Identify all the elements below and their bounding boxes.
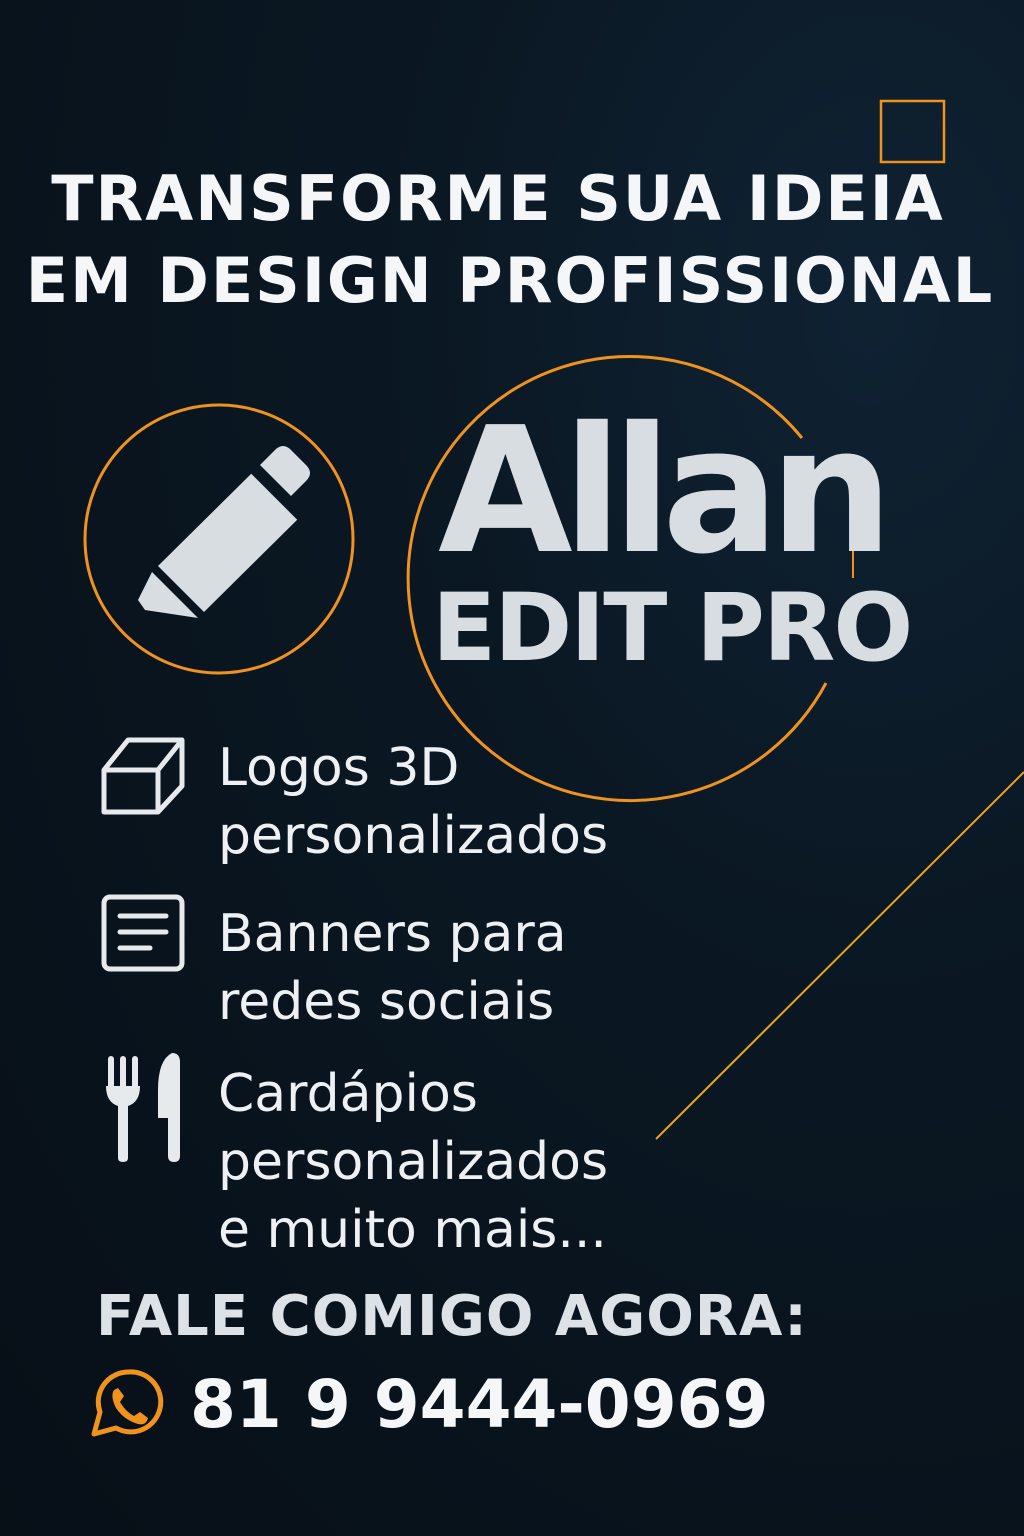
- phone-number[interactable]: 81 9 9444-0969: [190, 1366, 769, 1443]
- cube-icon: [101, 737, 185, 815]
- document-icon: [101, 894, 185, 972]
- service-line: Banners para: [218, 904, 567, 964]
- service-item-logos: Logos 3D personalizados: [218, 734, 608, 870]
- service-line: e muito mais...: [218, 1200, 607, 1260]
- fork-knife-icon: [106, 1053, 180, 1162]
- service-line: personalizados: [218, 806, 609, 866]
- service-item-banners: Banners para redes sociais: [218, 900, 567, 1036]
- service-line: personalizados: [218, 1132, 609, 1192]
- service-line: Logos 3D: [218, 738, 460, 798]
- service-line: Cardápios: [218, 1064, 478, 1124]
- service-line: redes sociais: [218, 972, 555, 1032]
- call-to-action: FALE COMIGO AGORA:: [96, 1284, 808, 1349]
- service-item-menus: Cardápios personalizados e muito mais...: [218, 1060, 608, 1264]
